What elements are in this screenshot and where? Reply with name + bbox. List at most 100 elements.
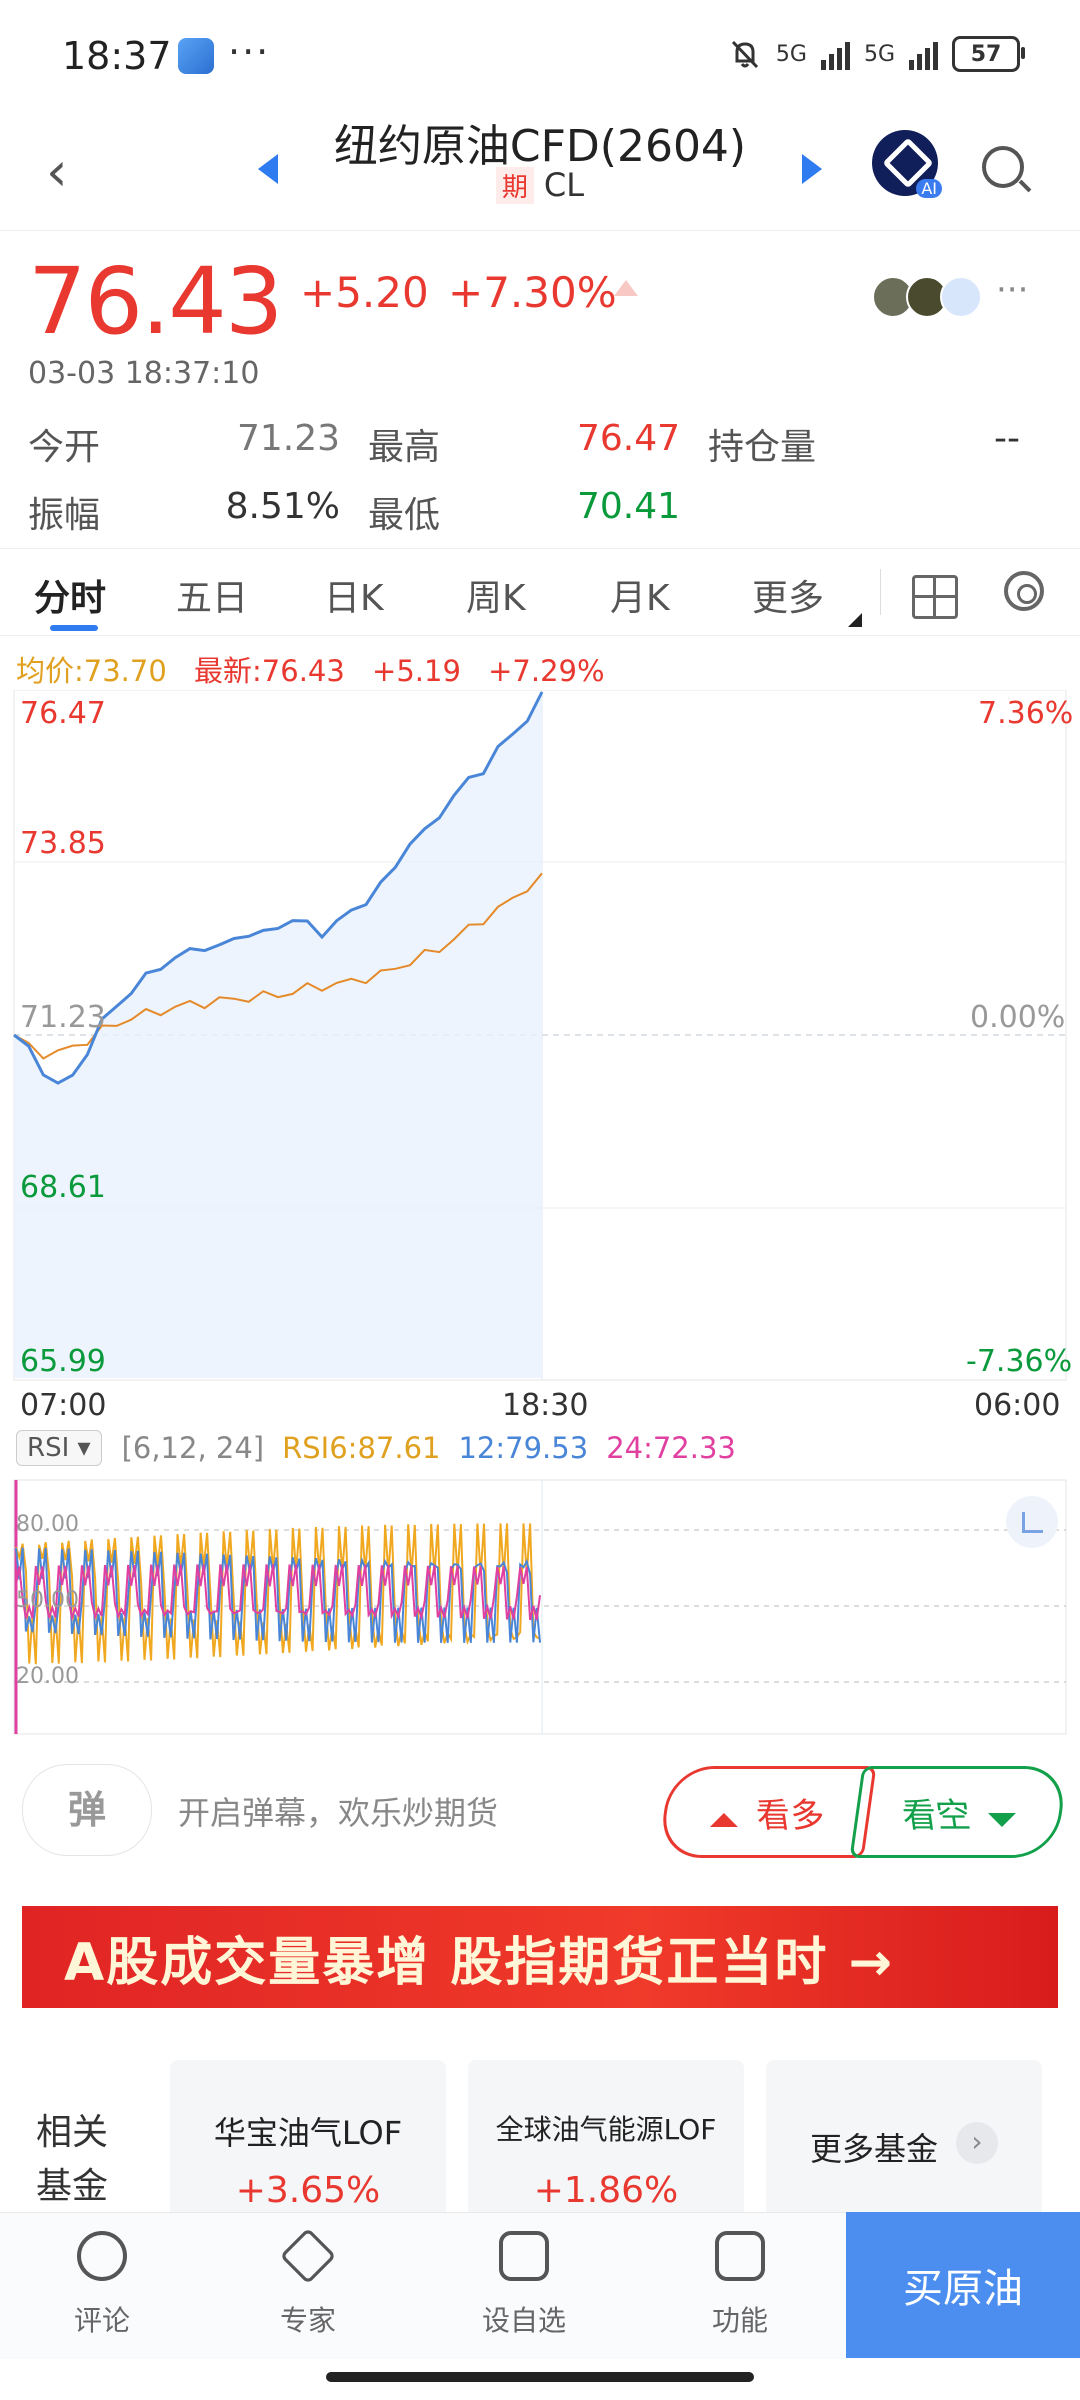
- status-bar: 18:37 ··· 5G 5G 57: [0, 0, 1080, 110]
- signal-icon-2: [909, 38, 938, 70]
- layout-grid-icon[interactable]: [912, 575, 958, 619]
- open-label: 今开: [28, 427, 101, 468]
- open-interest-label: 持仓量: [708, 427, 817, 468]
- watchlist-icon: [499, 2231, 549, 2281]
- comment-icon: [77, 2231, 127, 2281]
- comment-label: 评论: [73, 2304, 130, 2337]
- app-notification-icon: [178, 38, 214, 74]
- settings-icon[interactable]: [1004, 571, 1044, 611]
- tab-intraday[interactable]: 分时: [34, 569, 106, 621]
- futures-badge: 期: [495, 167, 534, 204]
- tab-more[interactable]: 更多: [752, 569, 824, 621]
- fund-name: 华宝油气LOF: [213, 2114, 403, 2152]
- price-change-pct: +7.30%: [448, 268, 617, 317]
- more-icon[interactable]: ···: [996, 270, 1028, 310]
- last-price: 76.43: [28, 248, 283, 355]
- fund-card[interactable]: 全球油气能源LOF +1.86%: [468, 2060, 744, 2220]
- tab-5day[interactable]: 五日: [176, 569, 248, 621]
- high-label: 最高: [368, 427, 441, 468]
- functions-icon: [715, 2231, 765, 2281]
- promo-banner[interactable]: A股成交量暴增 股指期货正当时 →: [22, 1906, 1058, 2008]
- related-funds-label: 相关基金: [36, 2112, 109, 2207]
- bearish-label: 看空: [899, 1795, 974, 1836]
- fund-change: +1.86%: [533, 2170, 679, 2211]
- rsi-chart[interactable]: [0, 1470, 1080, 1740]
- high-value: 76.47: [576, 418, 680, 459]
- bearish-button[interactable]: 看空: [849, 1766, 1069, 1858]
- latest-price-info: 最新:76.43: [194, 654, 345, 688]
- add-watchlist-button[interactable]: 设自选: [464, 2231, 584, 2339]
- rsi-level-label: 50.00: [16, 1588, 79, 1613]
- contract-code: CL: [543, 166, 585, 204]
- fund-name: 全球油气能源LOF: [495, 2113, 717, 2146]
- y-tick-label: 73.85: [20, 826, 106, 861]
- more-funds-label: 更多基金: [810, 2130, 939, 2168]
- quote-timestamp: 03-03 18:37:10: [28, 356, 260, 391]
- tab-daily-k[interactable]: 日K: [324, 569, 384, 621]
- y-tick-label: 71.23: [20, 1000, 106, 1035]
- network-label-1: 5G: [775, 41, 807, 67]
- buy-crude-button[interactable]: 买原油: [846, 2212, 1080, 2358]
- expert-label: 专家: [279, 2304, 336, 2337]
- bullish-label: 看多: [753, 1795, 828, 1836]
- functions-button[interactable]: 功能: [680, 2231, 800, 2339]
- bell-muted-icon: [731, 40, 758, 69]
- fund-change: +3.65%: [235, 2170, 381, 2211]
- fund-card[interactable]: 华宝油气LOF +3.65%: [170, 2060, 446, 2220]
- danmaku-toggle-button[interactable]: 弹: [22, 1764, 152, 1856]
- indicator-select[interactable]: RSI ▾: [16, 1430, 102, 1466]
- x-tick-label: 06:00: [974, 1388, 1061, 1423]
- y-tick-label: 68.61: [20, 1170, 106, 1205]
- home-indicator[interactable]: [326, 2372, 754, 2382]
- nav-bar: ‹ 纽约原油CFD(2604) 期 CL AI: [0, 110, 1080, 231]
- y-tick-label: 65.99: [20, 1344, 106, 1379]
- danmaku-placeholder[interactable]: 开启弹幕，欢乐炒期货: [178, 1788, 498, 1834]
- tab-monthly-k[interactable]: 月K: [610, 569, 670, 621]
- rsi6-value: RSI6:87.61: [282, 1431, 441, 1465]
- ai-assistant-button[interactable]: AI: [872, 130, 942, 198]
- rsi24-value: 24:72.33: [606, 1431, 736, 1465]
- rsi-level-label: 80.00: [16, 1512, 79, 1537]
- weibo-icon: [940, 276, 982, 318]
- y-right-tick-label: -7.36%: [966, 1344, 1073, 1379]
- comment-button[interactable]: 评论: [42, 2231, 162, 2339]
- signal-icon-1: [820, 38, 850, 70]
- more-funds-button[interactable]: 更多基金 ›: [766, 2060, 1042, 2220]
- next-contract-icon[interactable]: [802, 154, 822, 184]
- active-tab-indicator: [50, 625, 98, 631]
- functions-label: 功能: [711, 2304, 768, 2337]
- chevron-right-icon: ›: [956, 2122, 998, 2164]
- dropdown-corner-icon: [848, 613, 862, 627]
- ai-badge: AI: [916, 179, 942, 198]
- intraday-chart[interactable]: [0, 690, 1080, 1390]
- tab-weekly-k[interactable]: 周K: [466, 569, 526, 621]
- more-notifications-icon: ···: [228, 30, 271, 74]
- down-triangle-icon: [988, 1812, 1016, 1827]
- y-tick-label: 76.47: [20, 696, 106, 731]
- status-time: 18:37: [62, 34, 172, 78]
- low-label: 最低: [368, 495, 441, 536]
- expert-icon: [279, 2227, 337, 2285]
- chart-tabs: 分时 五日 日K 周K 月K 更多: [0, 548, 1080, 636]
- network-label-2: 5G: [863, 41, 895, 67]
- divider: [880, 569, 881, 615]
- status-right: 5G 5G 57: [728, 36, 1025, 72]
- latest-pct-info: +7.29%: [488, 654, 605, 688]
- amplitude-value: 8.51%: [225, 486, 340, 527]
- avg-price-info: 均价:73.70: [16, 654, 167, 688]
- y-right-tick-label: 7.36%: [978, 696, 1074, 731]
- up-arrow-icon: [614, 280, 638, 296]
- y-right-tick-label: 0.00%: [970, 1000, 1066, 1035]
- community-avatars[interactable]: [872, 276, 982, 318]
- x-tick-label: 18:30: [502, 1388, 589, 1423]
- search-icon[interactable]: [982, 146, 1024, 188]
- amplitude-label: 振幅: [28, 495, 101, 536]
- rsi-header: RSI ▾ [6,12, 24] RSI6:87.61 12:79.53 24:…: [16, 1430, 736, 1466]
- expert-button[interactable]: 专家: [248, 2227, 368, 2339]
- expand-icon[interactable]: [1006, 1496, 1058, 1548]
- open-interest-value: --: [994, 418, 1020, 459]
- open-value: 71.23: [236, 418, 340, 459]
- danmaku-icon: 弹: [67, 1788, 106, 1832]
- bullish-button[interactable]: 看多: [657, 1766, 877, 1858]
- low-value: 70.41: [576, 486, 680, 527]
